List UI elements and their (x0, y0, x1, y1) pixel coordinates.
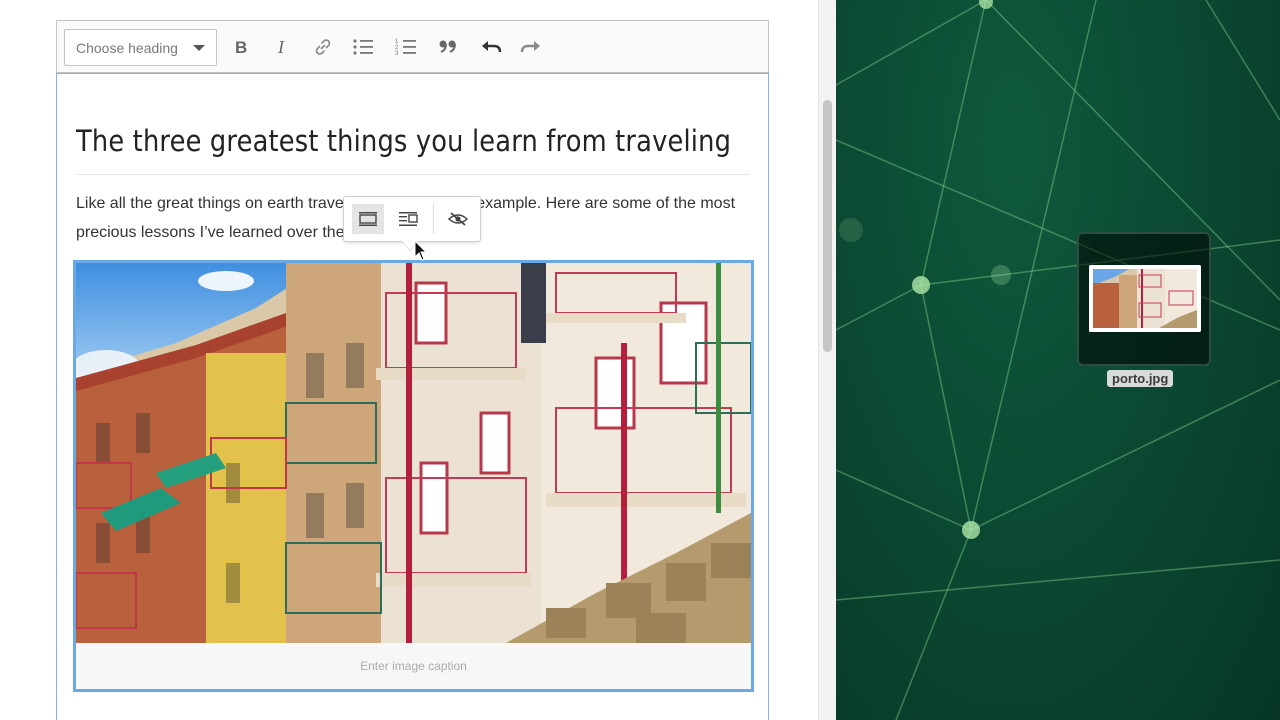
editor-page: Choose heading B I 1 2 3 The three great… (0, 0, 818, 720)
image-figure[interactable]: Enter image caption (73, 260, 754, 692)
porto-file-icon[interactable] (1077, 232, 1211, 366)
file-name-label: porto.jpg (1107, 370, 1174, 387)
undo-icon (482, 41, 502, 53)
eye-slash-icon (447, 212, 469, 226)
chevron-down-icon (193, 45, 205, 51)
italic-button[interactable]: I (267, 32, 297, 62)
quote-icon (439, 40, 456, 53)
mouse-pointer-icon (414, 239, 428, 267)
bulleted-list-icon (353, 39, 373, 55)
heading-dropdown-label: Choose heading (76, 39, 178, 56)
bold-button[interactable]: B (226, 32, 256, 62)
porto-photo[interactable] (76, 263, 751, 643)
redo-icon (520, 41, 540, 53)
editable-content-area[interactable]: The three greatest things you learn from… (56, 73, 769, 720)
image-caption-input[interactable]: Enter image caption (76, 643, 751, 689)
redo-button[interactable] (516, 32, 546, 62)
bold-icon: B (235, 38, 247, 56)
block-quote-button[interactable] (433, 32, 463, 62)
porto-photo-image (76, 263, 751, 643)
document-title[interactable]: The three greatest things you learn from… (76, 124, 731, 158)
toggle-caption-button[interactable] (442, 204, 474, 234)
link-button[interactable] (308, 32, 338, 62)
full-size-image-icon (359, 212, 377, 226)
svg-text:B: B (235, 38, 247, 56)
title-divider (76, 174, 750, 175)
numbered-list-button[interactable]: 1 2 3 (391, 32, 421, 62)
image-toolbar-balloon (343, 196, 481, 250)
full-size-image-button[interactable] (352, 204, 384, 234)
scrollbar-thumb[interactable] (823, 100, 832, 352)
network-pattern (836, 0, 1280, 720)
rich-text-editor: Choose heading B I 1 2 3 The three great… (56, 20, 769, 720)
bulleted-list-button[interactable] (348, 32, 378, 62)
file-thumbnail (1089, 265, 1201, 332)
svg-text:I: I (277, 38, 285, 56)
link-icon (315, 39, 331, 55)
side-image-icon (399, 212, 418, 226)
numbered-list-icon: 1 2 3 (395, 39, 416, 57)
balloon-separator (433, 204, 434, 234)
italic-icon: I (277, 38, 285, 56)
editor-toolbar: Choose heading B I 1 2 3 (56, 20, 769, 73)
page-scrollbar[interactable] (818, 0, 836, 720)
undo-button[interactable] (476, 32, 506, 62)
side-image-button[interactable] (392, 204, 424, 234)
desktop-background: porto.jpg (836, 0, 1280, 720)
heading-dropdown[interactable]: Choose heading (64, 29, 217, 66)
svg-text:3: 3 (395, 51, 399, 57)
